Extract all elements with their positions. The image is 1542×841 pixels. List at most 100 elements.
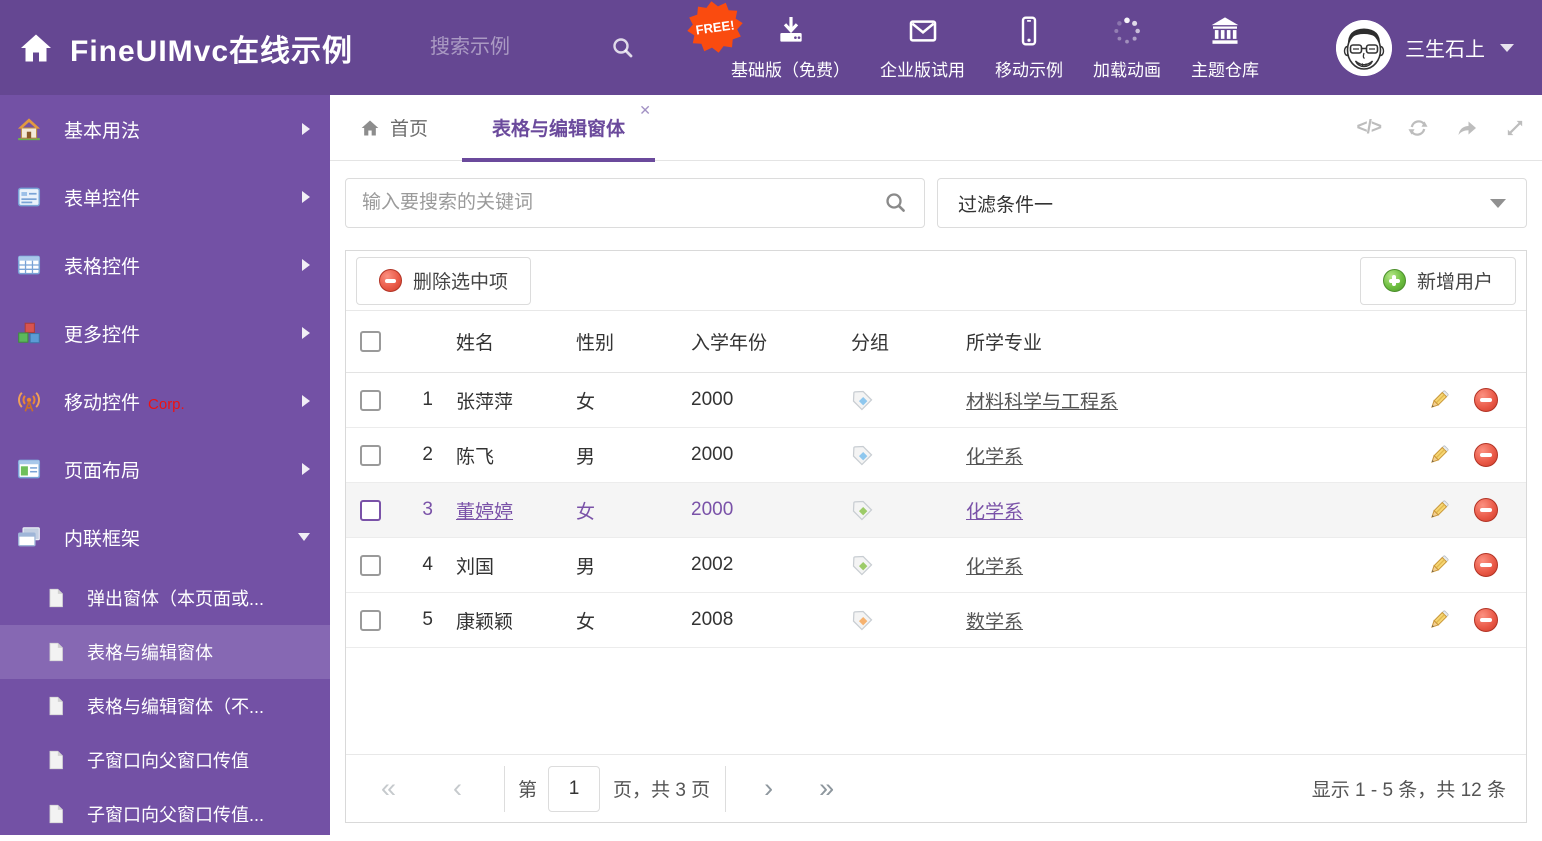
add-user-button[interactable]: 新增用户	[1359, 256, 1516, 305]
column-header-gender[interactable]: 性别	[576, 328, 691, 355]
keyword-search-input[interactable]	[362, 192, 884, 214]
delete-row-icon[interactable]	[1474, 553, 1498, 577]
table-row[interactable]: 2 陈飞 男 2000 化学系	[346, 428, 1526, 483]
edit-pencil-icon[interactable]	[1427, 498, 1451, 522]
cell-gender: 男	[576, 556, 596, 578]
sidebar-subitem[interactable]: 子窗口向父窗口传值	[0, 733, 330, 787]
filter-dropdown[interactable]: 过滤条件一	[937, 178, 1527, 228]
delete-row-icon[interactable]	[1474, 498, 1498, 522]
major-link[interactable]: 化学系	[966, 447, 1023, 468]
nav-item-basic-edition[interactable]: 基础版（免费）	[716, 0, 865, 95]
record-count-summary: 显示 1 - 5 条，共 12 条	[1311, 780, 1506, 801]
sidebar-item-grid-controls[interactable]: 表格控件	[0, 231, 330, 299]
spinner-icon	[1111, 15, 1143, 47]
nav-item-mobile-demo[interactable]: 移动示例	[980, 0, 1078, 95]
refresh-icon[interactable]	[1406, 116, 1430, 140]
nav-item-loading-animation[interactable]: 加载动画	[1078, 0, 1176, 95]
delete-row-icon[interactable]	[1474, 388, 1498, 412]
edit-pencil-icon[interactable]	[1427, 608, 1451, 632]
row-checkbox[interactable]	[360, 444, 381, 466]
layout-icon	[16, 456, 42, 482]
nav-label: 加载动画	[1093, 60, 1161, 80]
main-content: 首页 表格与编辑窗体 ✕ </> 过滤条件一	[330, 95, 1542, 835]
open-new-window-icon[interactable]	[1455, 116, 1479, 140]
fullscreen-icon[interactable]	[1504, 117, 1526, 139]
file-icon	[45, 587, 67, 609]
sidebar-item-label: 表单控件	[64, 188, 141, 210]
tag-icon	[851, 609, 874, 632]
sidebar-item-page-layout[interactable]: 页面布局	[0, 435, 330, 503]
sidebar-item-label: 移动控件 Corp.	[64, 392, 185, 414]
nav-label: 主题仓库	[1191, 60, 1259, 80]
column-header-group[interactable]: 分组	[846, 328, 966, 355]
tab-bar: 首页 表格与编辑窗体 ✕ </>	[330, 95, 1542, 162]
row-checkbox[interactable]	[360, 499, 381, 521]
row-index: 4	[422, 554, 433, 575]
cell-year: 2002	[691, 554, 734, 575]
chevron-down-icon	[1500, 43, 1514, 52]
major-link[interactable]: 化学系	[966, 557, 1023, 578]
last-page-button[interactable]: »	[819, 775, 834, 802]
plus-circle-icon	[1382, 269, 1406, 292]
edit-pencil-icon[interactable]	[1427, 388, 1451, 412]
sidebar-item-form-controls[interactable]: 表单控件	[0, 163, 330, 231]
tab-toolbar: </>	[1357, 95, 1526, 161]
row-checkbox[interactable]	[360, 389, 381, 411]
sidebar-subitem[interactable]: 表格与编辑窗体	[0, 625, 330, 679]
home-icon	[360, 118, 380, 138]
phone-icon	[1013, 15, 1045, 47]
cell-actions	[1396, 553, 1526, 577]
sidebar-subitem[interactable]: 表格与编辑窗体（不...	[0, 679, 330, 733]
major-link[interactable]: 化学系	[966, 502, 1023, 523]
page-number-input[interactable]	[548, 765, 601, 812]
row-checkbox[interactable]	[360, 609, 381, 631]
tab-home[interactable]: 首页	[360, 114, 428, 141]
file-icon	[45, 695, 67, 717]
cell-actions	[1396, 388, 1526, 412]
tag-icon	[851, 499, 874, 522]
sidebar-subitem[interactable]: 弹出窗体（本页面或...	[0, 571, 330, 625]
table-row[interactable]: 5 康颖颖 女 2008 数学系	[346, 593, 1526, 648]
delete-row-icon[interactable]	[1474, 608, 1498, 632]
prev-page-button[interactable]: ‹	[453, 775, 462, 802]
column-header-name[interactable]: 姓名	[433, 328, 576, 355]
edit-pencil-icon[interactable]	[1427, 553, 1451, 577]
search-icon[interactable]	[611, 36, 635, 60]
major-link[interactable]: 数学系	[966, 612, 1023, 633]
filter-row: 过滤条件一	[345, 178, 1527, 228]
table-row[interactable]: 1 张萍萍 女 2000 材料科学与工程系	[346, 373, 1526, 428]
table-header: 姓名 性别 入学年份 分组 所学专业	[346, 311, 1526, 373]
edit-pencil-icon[interactable]	[1427, 443, 1451, 467]
table-row[interactable]: 4 刘国 男 2002 化学系	[346, 538, 1526, 593]
nav-item-theme-store[interactable]: 主题仓库	[1176, 0, 1274, 95]
header-search-input[interactable]	[430, 36, 580, 59]
source-code-icon[interactable]: </>	[1357, 117, 1383, 139]
close-icon[interactable]: ✕	[639, 103, 651, 117]
sidebar-item-iframe[interactable]: 内联框架	[0, 503, 330, 571]
add-user-label: 新增用户	[1416, 272, 1493, 293]
search-icon[interactable]	[884, 191, 908, 215]
nav-label: 企业版试用	[880, 60, 965, 80]
sidebar-submenu: 弹出窗体（本页面或... 表格与编辑窗体 表格与编辑窗体（不... 子窗口向父窗…	[0, 571, 330, 841]
cell-gender: 女	[576, 501, 596, 523]
major-link[interactable]: 材料科学与工程系	[966, 392, 1118, 413]
delete-selected-button[interactable]: 删除选中项	[356, 256, 532, 305]
tab-grid-edit-window[interactable]: 表格与编辑窗体 ✕	[462, 95, 656, 162]
next-page-button[interactable]: ›	[764, 775, 773, 802]
column-header-year[interactable]: 入学年份	[691, 328, 846, 355]
first-page-button[interactable]: «	[381, 775, 396, 802]
row-checkbox[interactable]	[360, 554, 381, 576]
row-index: 1	[422, 389, 433, 410]
app-logo[interactable]: FineUIMvc在线示例	[18, 0, 353, 95]
select-all-checkbox[interactable]	[360, 331, 381, 352]
nav-item-enterprise-trial[interactable]: 企业版试用	[865, 0, 980, 95]
sidebar-subitem[interactable]: 子窗口向父窗口传值...	[0, 787, 330, 841]
sidebar-item-more-controls[interactable]: 更多控件	[0, 299, 330, 367]
column-header-major[interactable]: 所学专业	[966, 328, 1396, 355]
sidebar-item-basic-usage[interactable]: 基本用法	[0, 95, 330, 163]
cubes-icon	[16, 320, 42, 346]
table-row[interactable]: 3 董婷婷 女 2000 化学系	[346, 483, 1526, 538]
sidebar-item-mobile-controls[interactable]: 移动控件 Corp.	[0, 367, 330, 435]
user-menu[interactable]: 三生石上	[1336, 0, 1514, 95]
delete-row-icon[interactable]	[1474, 443, 1498, 467]
